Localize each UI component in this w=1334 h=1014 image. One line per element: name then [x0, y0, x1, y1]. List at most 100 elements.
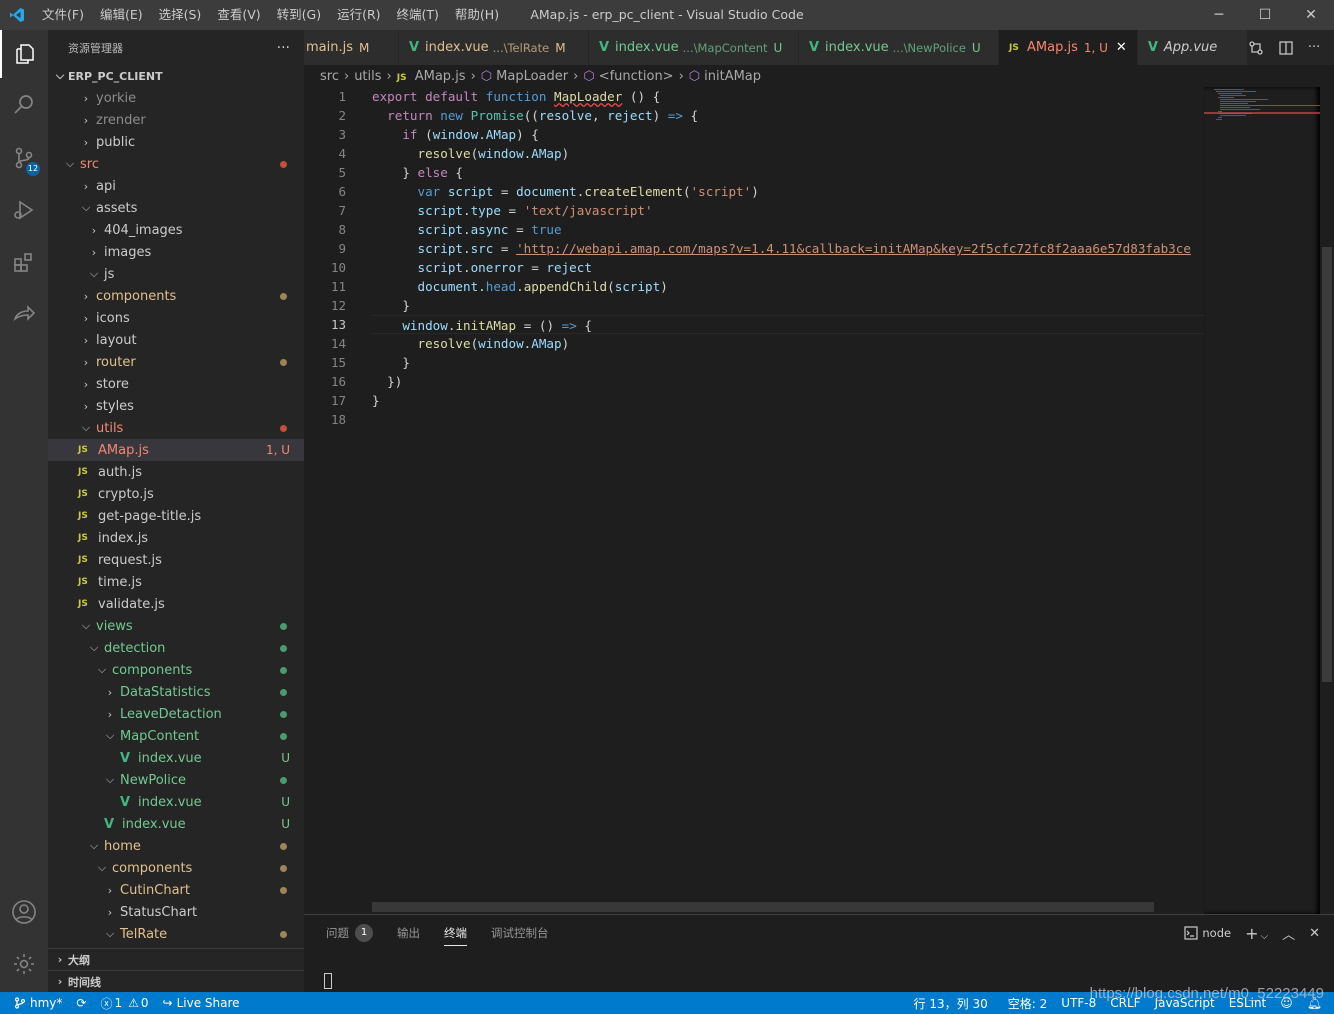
maximize-button[interactable]: ☐	[1242, 0, 1288, 30]
minimap[interactable]	[1204, 87, 1320, 914]
problems-indicator[interactable]: ⓧ 1 ⚠ 0	[93, 992, 155, 1014]
tree-file[interactable]: JS crypto.js	[48, 483, 304, 505]
tree-folder[interactable]: › router	[48, 351, 304, 373]
tree-folder[interactable]: ⌵ NewPolice	[48, 769, 304, 791]
menu-item[interactable]: 终端(T)	[389, 0, 447, 30]
tree-file[interactable]: JS time.js	[48, 571, 304, 593]
breadcrumb-folder[interactable]: src	[320, 69, 339, 84]
tree-folder[interactable]: › DataStatistics	[48, 681, 304, 703]
tab-problems[interactable]: 问题 1	[326, 915, 373, 951]
tree-folder[interactable]: ⌵ MapContent	[48, 725, 304, 747]
workspace-root[interactable]: ⌵ ERP_PC_CLIENT	[48, 65, 304, 87]
close-window-button[interactable]: ✕	[1288, 0, 1334, 30]
tree-file[interactable]: Vindex.vue U	[48, 791, 304, 813]
tree-file[interactable]: JS AMap.js 1, U	[48, 439, 304, 461]
tree-folder[interactable]: › images	[48, 241, 304, 263]
editor-tab[interactable]: V App.vue	[1137, 30, 1248, 65]
editor-tab[interactable]: main.js M	[304, 30, 399, 65]
code-line[interactable]: var script = document.createElement('scr…	[372, 182, 1204, 201]
menu-item[interactable]: 选择(S)	[151, 0, 210, 30]
terminal-cursor[interactable]	[324, 973, 332, 989]
tab-debug-console[interactable]: 调试控制台	[491, 915, 549, 951]
tree-folder[interactable]: › store	[48, 373, 304, 395]
settings-gear-icon[interactable]	[0, 940, 48, 988]
code-line[interactable]: }	[372, 296, 1204, 315]
outline-section[interactable]: › 大纲	[48, 948, 304, 970]
branch-indicator[interactable]: hmy*	[0, 992, 69, 1014]
tree-folder[interactable]: › LeaveDetaction	[48, 703, 304, 725]
code-line[interactable]: script.onerror = reject	[372, 258, 1204, 277]
tree-file[interactable]: JS get-page-title.js	[48, 505, 304, 527]
close-tab-icon[interactable]: ✕	[1116, 40, 1127, 55]
tree-folder[interactable]: ⌵ TelRate	[48, 923, 304, 945]
tree-folder[interactable]: › public	[48, 131, 304, 153]
code-line[interactable]	[372, 410, 1204, 429]
maximize-panel-icon[interactable]: ︿	[1282, 924, 1295, 943]
tree-folder[interactable]: › components	[48, 285, 304, 307]
minimize-button[interactable]: ─	[1196, 0, 1242, 30]
run-debug-icon[interactable]	[0, 186, 48, 234]
breadcrumb-folder[interactable]: utils	[354, 69, 381, 84]
new-terminal-button[interactable]: + ⌵	[1245, 924, 1268, 943]
code-line[interactable]: }	[372, 391, 1204, 410]
tree-folder[interactable]: › CutinChart	[48, 879, 304, 901]
breadcrumb-file[interactable]: JS AMap.js	[397, 69, 466, 84]
tree-file[interactable]: JS index.js	[48, 527, 304, 549]
editor-tab[interactable]: JS AMap.js 1, U ✕	[999, 30, 1138, 65]
code-line[interactable]: script.type = 'text/javascript'	[372, 201, 1204, 220]
menu-item[interactable]: 转到(G)	[269, 0, 329, 30]
code-line[interactable]: }	[372, 353, 1204, 372]
code-line[interactable]: resolve(window.AMap)	[372, 334, 1204, 353]
tree-folder[interactable]: ⌵ components	[48, 659, 304, 681]
tree-folder[interactable]: › icons	[48, 307, 304, 329]
tree-folder[interactable]: › zrender	[48, 109, 304, 131]
tree-file[interactable]: JS validate.js	[48, 593, 304, 615]
code-line[interactable]: export default function MapLoader () {	[372, 87, 1204, 106]
source-control-icon[interactable]: 12	[0, 134, 48, 182]
menu-item[interactable]: 运行(R)	[329, 0, 388, 30]
indentation[interactable]: 空格: 2	[1001, 992, 1055, 1014]
explorer-more-button[interactable]: ···	[277, 40, 290, 56]
code-line[interactable]: if (window.AMap) {	[372, 125, 1204, 144]
editor-more-button[interactable]: ···	[1308, 40, 1320, 55]
vscode-logo-icon[interactable]	[0, 0, 34, 30]
cursor-position[interactable]: 行 13，列 30	[907, 992, 995, 1014]
split-editor-icon[interactable]	[1278, 40, 1294, 56]
sync-icon[interactable]: ⟳	[69, 992, 93, 1014]
open-changes-icon[interactable]	[1248, 40, 1264, 56]
tree-folder[interactable]: ⌵ utils	[48, 417, 304, 439]
tree-folder[interactable]: › layout	[48, 329, 304, 351]
code-line[interactable]: })	[372, 372, 1204, 391]
tree-folder[interactable]: ⌵ assets	[48, 197, 304, 219]
code-editor[interactable]: 1 2 3 4 5 6 7 8 9 10 11 12 13 14 15 16 17 18 export defau…	[304, 87, 1334, 914]
live-share-button[interactable]: ↪ Live Share	[156, 992, 247, 1014]
tree-folder[interactable]: › api	[48, 175, 304, 197]
editor-tab[interactable]: Vindex.vue ...\MapContent U	[589, 30, 799, 65]
timeline-section[interactable]: › 时间线	[48, 970, 304, 992]
menu-item[interactable]: 帮助(H)	[447, 0, 507, 30]
tree-file[interactable]: JS request.js	[48, 549, 304, 571]
tree-file[interactable]: Vindex.vue U	[48, 813, 304, 835]
code-line[interactable]: document.head.appendChild(script)	[372, 277, 1204, 296]
live-share-icon[interactable]	[0, 290, 48, 338]
editor-tab[interactable]: Vindex.vue ...\NewPolice U	[799, 30, 999, 65]
code-line[interactable]: script.async = true	[372, 220, 1204, 239]
breadcrumb-symbol[interactable]: ⬡ <function>	[583, 69, 673, 84]
breadcrumb-symbol[interactable]: ⬡ MapLoader	[481, 69, 568, 84]
terminal-select[interactable]: node	[1184, 926, 1231, 940]
extensions-icon[interactable]	[0, 238, 48, 286]
account-icon[interactable]	[0, 888, 48, 936]
tree-file[interactable]: Vindex.vue U	[48, 747, 304, 769]
code-line[interactable]: script.src = 'http://webapi.amap.com/map…	[372, 239, 1204, 258]
menu-item[interactable]: 查看(V)	[209, 0, 268, 30]
tree-folder[interactable]: ⌵ detection	[48, 637, 304, 659]
menu-item[interactable]: 编辑(E)	[92, 0, 151, 30]
editor-tab[interactable]: Vindex.vue ...\TelRate M	[399, 30, 589, 65]
tree-folder[interactable]: › 404_images	[48, 219, 304, 241]
code-lines[interactable]: export default function MapLoader () { r…	[372, 87, 1204, 429]
tree-folder[interactable]: ⌵ views	[48, 615, 304, 637]
tree-folder[interactable]: › StatusChart	[48, 901, 304, 923]
tree-folder[interactable]: ⌵ js	[48, 263, 304, 285]
tab-output[interactable]: 输出	[397, 915, 420, 951]
code-line[interactable]: resolve(window.AMap)	[372, 144, 1204, 163]
